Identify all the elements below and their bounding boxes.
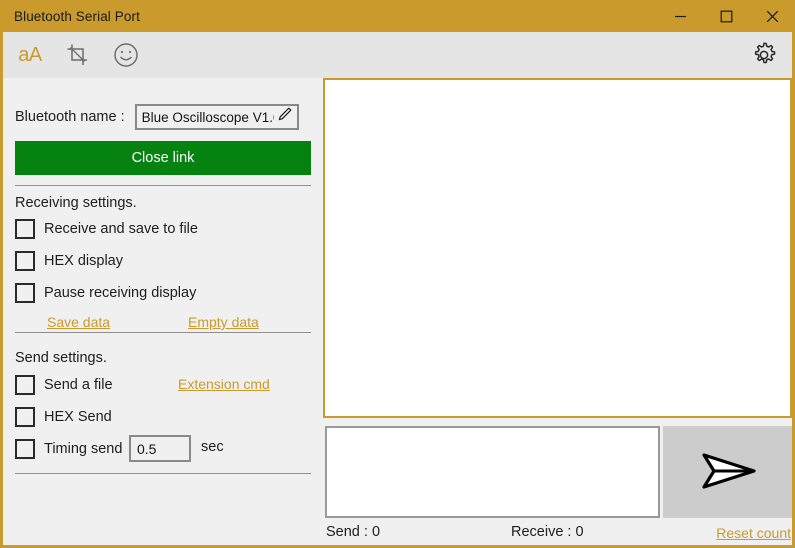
send-input-box[interactable] (325, 426, 660, 518)
extension-cmd-link[interactable]: Extension cmd (178, 376, 270, 392)
close-button[interactable] (749, 0, 792, 32)
checkbox-hex-send[interactable]: HEX Send (15, 406, 112, 428)
close-link-button[interactable]: Close link (15, 141, 311, 175)
checkbox-send-a-file[interactable]: Send a file (15, 374, 113, 396)
checkbox-label: Timing send (44, 441, 123, 457)
bluetooth-name-row: Bluetooth name : Blue Oscilloscope V1.0 (15, 104, 299, 130)
crop-icon[interactable] (54, 32, 102, 78)
save-data-link[interactable]: Save data (47, 314, 110, 330)
app-window: Bluetooth Serial Port aA Bluetooth name … (0, 0, 795, 548)
left-settings-panel: Bluetooth name : Blue Oscilloscope V1.0 … (3, 78, 319, 545)
empty-data-link[interactable]: Empty data (188, 314, 259, 330)
maximize-button[interactable] (703, 0, 749, 32)
checkbox-hex-display[interactable]: HEX display (15, 250, 123, 272)
timing-unit-label: sec (201, 439, 224, 455)
checkbox-label: Send a file (44, 377, 113, 393)
checkbox-box[interactable] (15, 375, 35, 395)
pencil-icon[interactable] (276, 106, 293, 128)
receiving-settings-title: Receiving settings. (15, 195, 137, 211)
paper-plane-icon (700, 448, 758, 497)
reset-count-link[interactable]: Reset count (716, 525, 791, 541)
send-settings-title: Send settings. (15, 350, 107, 366)
separator-3 (15, 473, 311, 474)
checkbox-label: Pause receiving display (44, 285, 197, 301)
receive-count-label: Receive : 0 (511, 524, 584, 540)
checkbox-box[interactable] (15, 407, 35, 427)
checkbox-box[interactable] (15, 439, 35, 459)
bluetooth-name-label: Bluetooth name : (15, 109, 125, 125)
font-size-icon[interactable]: aA (6, 32, 54, 78)
checkbox-label: Receive and save to file (44, 221, 198, 237)
receive-display-area[interactable] (323, 78, 792, 418)
checkbox-label: HEX Send (44, 409, 112, 425)
window-controls (657, 0, 792, 32)
bluetooth-name-value: Blue Oscilloscope V1.0 (141, 109, 274, 125)
checkbox-pause-receiving-display[interactable]: Pause receiving display (15, 282, 196, 304)
checkbox-box[interactable] (15, 219, 35, 239)
receive-display-text (325, 80, 790, 88)
gear-icon[interactable] (747, 32, 781, 78)
checkbox-receive-and-save-to-file[interactable]: Receive and save to file (15, 218, 198, 240)
checkbox-box[interactable] (15, 251, 35, 271)
font-size-icon-label: aA (18, 44, 42, 66)
status-bar: Send : 0 Receive : 0 Reset count (323, 522, 792, 545)
timing-interval-input[interactable]: 0.5 (129, 435, 191, 462)
send-count-label: Send : 0 (326, 524, 381, 540)
checkbox-box[interactable] (15, 283, 35, 303)
bluetooth-name-input[interactable]: Blue Oscilloscope V1.0 (134, 104, 299, 130)
separator-2 (15, 332, 311, 333)
window-title: Bluetooth Serial Port (14, 8, 140, 24)
timing-interval-value: 0.5 (137, 440, 157, 457)
separator-1 (15, 185, 311, 186)
title-bar: Bluetooth Serial Port (3, 0, 792, 32)
send-button[interactable] (663, 426, 792, 518)
smiley-icon[interactable] (102, 32, 150, 78)
checkbox-timing-send[interactable]: Timing send (15, 438, 122, 460)
minimize-button[interactable] (657, 0, 703, 32)
toolbar: aA (3, 32, 792, 78)
send-input-text (327, 428, 658, 436)
checkbox-label: HEX display (44, 253, 123, 269)
